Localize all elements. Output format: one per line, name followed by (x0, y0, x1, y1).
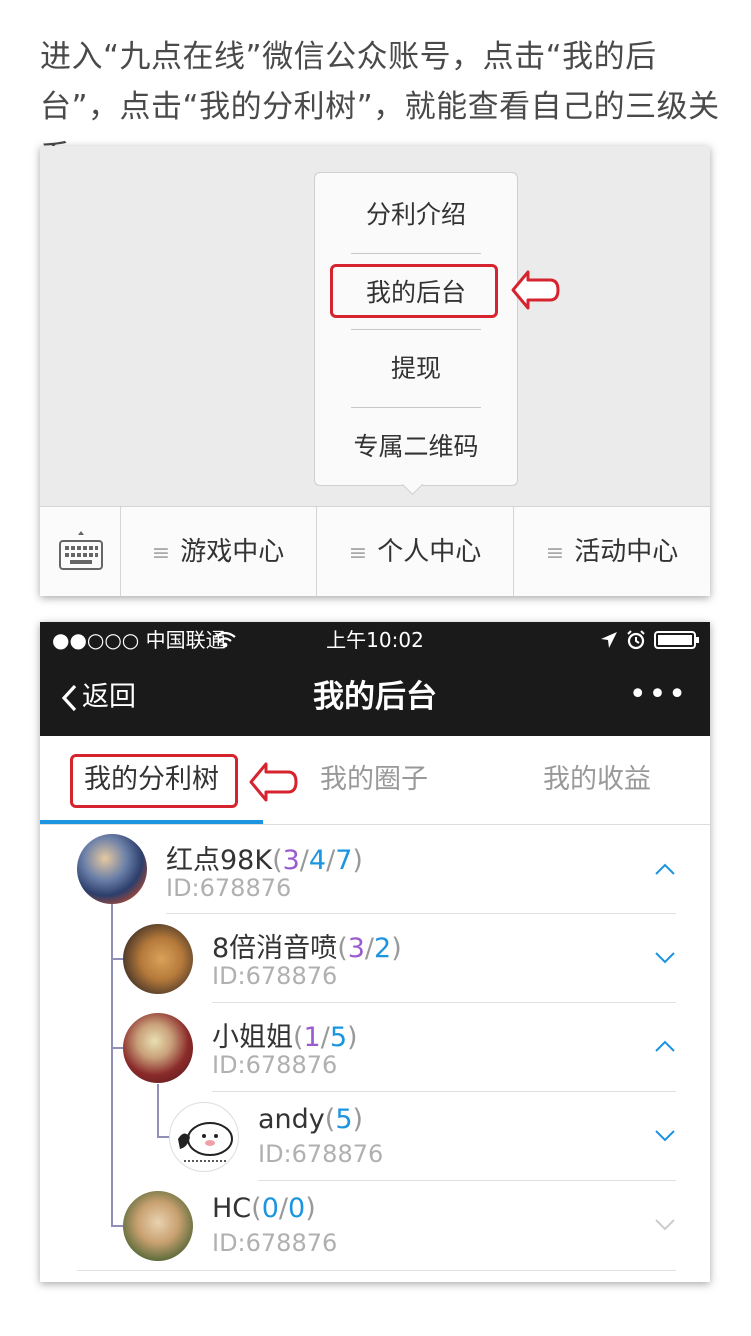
location-arrow-icon (601, 632, 617, 648)
node-name: 红点98K(3/4/7) (166, 845, 363, 876)
menu-item-withdraw[interactable]: 提现 (315, 349, 517, 389)
keyboard-toggle[interactable] (40, 507, 121, 596)
node-id: ID:678876 (212, 1051, 338, 1079)
chevron-left-icon (61, 684, 77, 711)
tree-node-level1[interactable]: 红点98K(3/4/7) ID:678876 (40, 824, 710, 912)
pointer-hand-icon (249, 762, 298, 802)
menu-label: 个人中心 (377, 537, 482, 567)
more-options-icon[interactable]: ••• (629, 658, 688, 736)
highlight-box (330, 264, 498, 318)
alarm-icon (627, 630, 645, 650)
menu-lines-icon: ≡ (151, 541, 171, 566)
chevron-up-icon[interactable] (654, 862, 676, 876)
keyboard-icon (59, 531, 103, 570)
page-title: 我的后台 (313, 679, 437, 715)
tree-node-level3[interactable]: andy(5) ID:678876 (40, 1092, 710, 1180)
chevron-down-icon[interactable] (654, 1217, 676, 1231)
avatar (123, 1191, 193, 1261)
avatar (77, 834, 147, 904)
menu-label: 游戏中心 (180, 537, 285, 567)
avatar (123, 924, 193, 994)
pointer-hand-icon (511, 270, 560, 310)
menu-personal-center[interactable]: ≡ 个人中心 (317, 507, 514, 596)
avatar (169, 1102, 239, 1172)
phone-screen: ●●○○○ 中国联通 上午10:02 我的后台 返回 ••• 我的分利树 我的圈… (40, 622, 710, 1282)
chevron-down-icon[interactable] (654, 950, 676, 964)
menu-bar: ≡ 游戏中心 ≡ 个人中心 ≡ 活动中心 (40, 506, 710, 596)
chevron-up-icon[interactable] (654, 1039, 676, 1053)
tab-my-earnings[interactable]: 我的收益 (543, 736, 651, 824)
menu-popup: 分利介绍 我的后台 提现 专属二维码 (314, 172, 518, 486)
node-id: ID:678876 (212, 962, 338, 990)
divider (351, 253, 481, 254)
menu-lines-icon: ≡ (545, 541, 565, 566)
wechat-menu-panel: 分利介绍 我的后台 提现 专属二维码 ≡ 游戏中心 ≡ 个人中心 ≡ 活动中心 (40, 146, 710, 596)
node-id: ID:678876 (166, 874, 292, 902)
tree-node-level2[interactable]: HC(0/0) ID:678876 (40, 1181, 710, 1269)
tab-bar: 我的分利树 我的圈子 我的收益 (40, 736, 710, 825)
node-name: andy(5) (258, 1104, 364, 1135)
node-name: HC(0/0) (212, 1193, 316, 1224)
battery-icon (654, 631, 699, 649)
status-bar: ●●○○○ 中国联通 上午10:02 (40, 622, 710, 658)
node-id: ID:678876 (258, 1140, 384, 1168)
menu-item-profit-intro[interactable]: 分利介绍 (315, 195, 517, 235)
menu-label: 活动中心 (574, 537, 679, 567)
tab-my-circle[interactable]: 我的圈子 (320, 736, 428, 824)
nav-bar: 我的后台 返回 ••• (40, 658, 710, 736)
chevron-down-icon[interactable] (654, 1128, 676, 1142)
tree-node-level2[interactable]: 8倍消音喷(3/2) ID:678876 (40, 914, 710, 1002)
menu-activity-center[interactable]: ≡ 活动中心 (514, 507, 710, 596)
divider (77, 1270, 676, 1271)
node-name: 小姐姐(1/5) (212, 1022, 358, 1053)
back-button[interactable]: 返回 (60, 658, 136, 736)
node-name: 8倍消音喷(3/2) (212, 933, 402, 964)
cartoon-avatar-icon (178, 1122, 233, 1162)
divider (351, 407, 481, 408)
menu-game-center[interactable]: ≡ 游戏中心 (120, 507, 317, 596)
divider (351, 329, 481, 330)
back-label: 返回 (82, 681, 136, 713)
node-id: ID:678876 (212, 1229, 338, 1257)
menu-lines-icon: ≡ (348, 541, 368, 566)
avatar (123, 1013, 193, 1083)
tree-node-level2[interactable]: 小姐姐(1/5) ID:678876 (40, 1003, 710, 1091)
highlight-box (70, 754, 238, 808)
menu-item-qrcode[interactable]: 专属二维码 (315, 427, 517, 467)
